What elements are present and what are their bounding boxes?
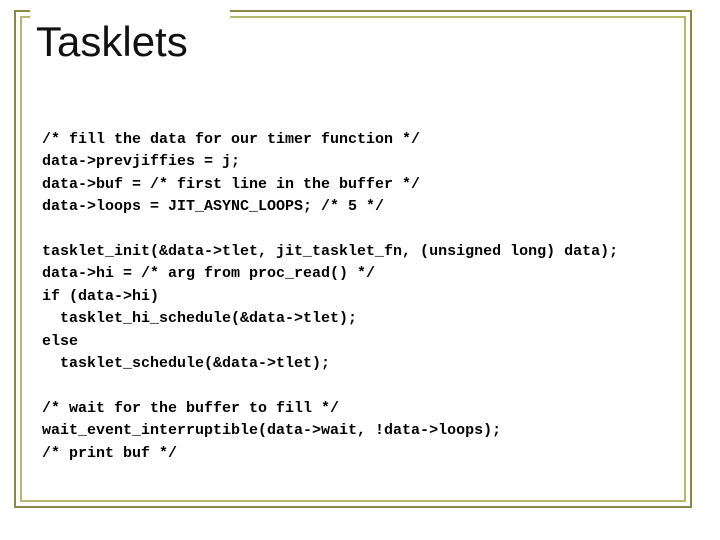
code-line: data->hi = /* arg from proc_read() */ (42, 265, 375, 282)
code-line: if (data->hi) (42, 288, 159, 305)
code-line: else (42, 333, 78, 350)
code-block-3: /* wait for the buffer to fill */ wait_e… (42, 398, 670, 466)
code-line: tasklet_init(&data->tlet, jit_tasklet_fn… (42, 243, 618, 260)
slide-title: Tasklets (36, 18, 198, 66)
code-line: data->prevjiffies = j; (42, 153, 240, 170)
code-line: wait_event_interruptible(data->wait, !da… (42, 422, 501, 439)
code-line: /* wait for the buffer to fill */ (42, 400, 339, 417)
code-line: tasklet_schedule(&data->tlet); (42, 355, 330, 372)
slide: Tasklets /* fill the data for our timer … (0, 0, 720, 540)
code-line: /* print buf */ (42, 445, 177, 462)
code-line: data->loops = JIT_ASYNC_LOOPS; /* 5 */ (42, 198, 384, 215)
code-content: /* fill the data for our timer function … (42, 106, 670, 487)
code-line: tasklet_hi_schedule(&data->tlet); (42, 310, 357, 327)
code-block-1: /* fill the data for our timer function … (42, 129, 670, 219)
code-line: /* fill the data for our timer function … (42, 131, 420, 148)
code-line: data->buf = /* first line in the buffer … (42, 176, 420, 193)
code-block-2: tasklet_init(&data->tlet, jit_tasklet_fn… (42, 241, 670, 376)
